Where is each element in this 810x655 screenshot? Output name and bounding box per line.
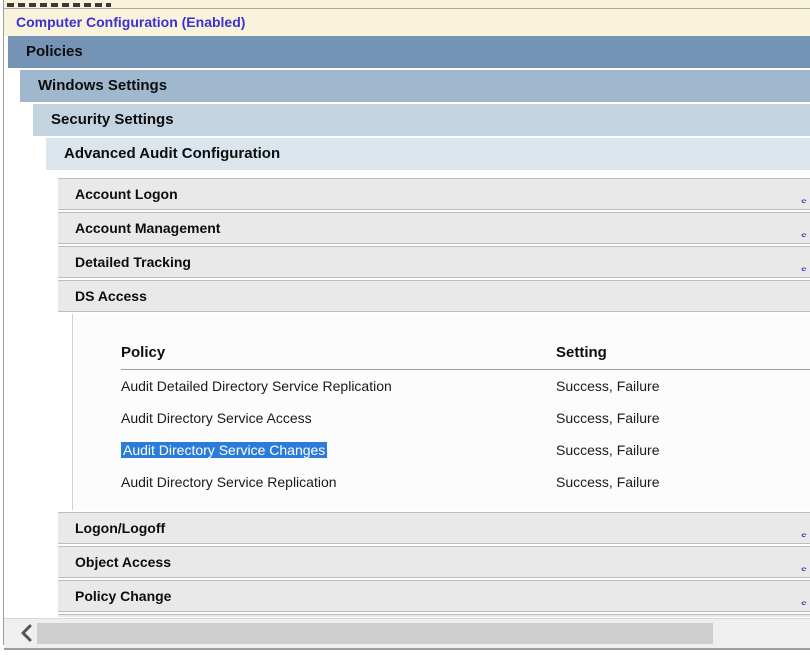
show-link[interactable]: show	[801, 263, 807, 271]
section-advanced-audit-configuration[interactable]: Advanced Audit Configuration	[46, 138, 810, 170]
table-header-row: Policy Setting	[121, 344, 810, 370]
category-account-logon[interactable]: Account Logon show	[58, 178, 810, 210]
clipped-top-row	[4, 0, 810, 9]
table-row: Audit Detailed Directory Service Replica…	[121, 370, 810, 402]
show-link[interactable]: show	[801, 597, 807, 605]
table-row: Audit Directory Service Replication Succ…	[121, 466, 810, 498]
show-link-clip: show	[801, 554, 807, 571]
show-link[interactable]: show	[801, 195, 807, 203]
gpo-report-page: Computer Configuration (Enabled) Policie…	[0, 0, 810, 655]
policy-setting: Success, Failure	[556, 466, 810, 498]
category-detailed-tracking[interactable]: Detailed Tracking show	[58, 246, 810, 278]
category-label: Object Access	[75, 554, 171, 570]
show-link-clip: show	[801, 254, 807, 271]
window-bottom-edge	[4, 648, 810, 650]
section-policies[interactable]: Policies	[8, 36, 810, 68]
category-object-access[interactable]: Object Access show	[58, 546, 810, 578]
category-label: DS Access	[75, 288, 147, 304]
policy-name[interactable]: Audit Detailed Directory Service Replica…	[121, 370, 556, 402]
ds-access-table: Policy Setting Audit Detailed Directory …	[72, 314, 810, 510]
category-label: Logon/Logoff	[75, 520, 165, 536]
report-content: Computer Configuration (Enabled) Policie…	[0, 0, 810, 650]
horizontal-scrollbar[interactable]	[4, 618, 810, 648]
clipped-text-fragment	[7, 3, 111, 7]
section-security-settings-label: Security Settings	[51, 111, 174, 128]
table-row-selected: Audit Directory Service Changes Success,…	[121, 434, 810, 466]
section-windows-settings[interactable]: Windows Settings	[20, 70, 810, 102]
policy-name[interactable]: Audit Directory Service Access	[121, 402, 556, 434]
category-label: Account Management	[75, 220, 220, 236]
show-link-clip: show	[801, 588, 807, 605]
section-policies-label: Policies	[26, 43, 83, 60]
table-row: Audit Directory Service Access Success, …	[121, 402, 810, 434]
show-link[interactable]: show	[801, 529, 807, 537]
category-policy-change[interactable]: Policy Change show	[58, 580, 810, 612]
policy-setting: Success, Failure	[556, 402, 810, 434]
policy-setting: Success, Failure	[556, 370, 810, 402]
show-link-clip: show	[801, 220, 807, 237]
column-header-setting: Setting	[556, 344, 810, 361]
show-link-clip: show	[801, 520, 807, 537]
scroll-left-arrow-icon[interactable]	[18, 624, 36, 642]
section-windows-settings-label: Windows Settings	[38, 77, 167, 94]
show-link[interactable]: show	[801, 229, 807, 237]
computer-configuration-title: Computer Configuration (Enabled)	[16, 14, 245, 30]
show-link-clip: show	[801, 186, 807, 203]
policy-name[interactable]: Audit Directory Service Replication	[121, 466, 556, 498]
clipped-next-category-row	[58, 614, 810, 617]
section-security-settings[interactable]: Security Settings	[33, 104, 810, 136]
category-label: Detailed Tracking	[75, 254, 191, 270]
column-header-policy: Policy	[121, 344, 556, 361]
computer-configuration-header[interactable]: Computer Configuration (Enabled)	[4, 9, 810, 36]
scrollbar-thumb[interactable]	[37, 623, 713, 644]
section-advanced-audit-label: Advanced Audit Configuration	[64, 145, 280, 162]
category-account-management[interactable]: Account Management show	[58, 212, 810, 244]
category-label: Account Logon	[75, 186, 178, 202]
category-label: Policy Change	[75, 588, 171, 604]
policy-name-selected[interactable]: Audit Directory Service Changes	[121, 442, 327, 458]
show-link[interactable]: show	[801, 563, 807, 571]
category-logon-logoff[interactable]: Logon/Logoff show	[58, 512, 810, 544]
category-ds-access[interactable]: DS Access	[58, 280, 810, 312]
policy-setting: Success, Failure	[556, 434, 810, 466]
